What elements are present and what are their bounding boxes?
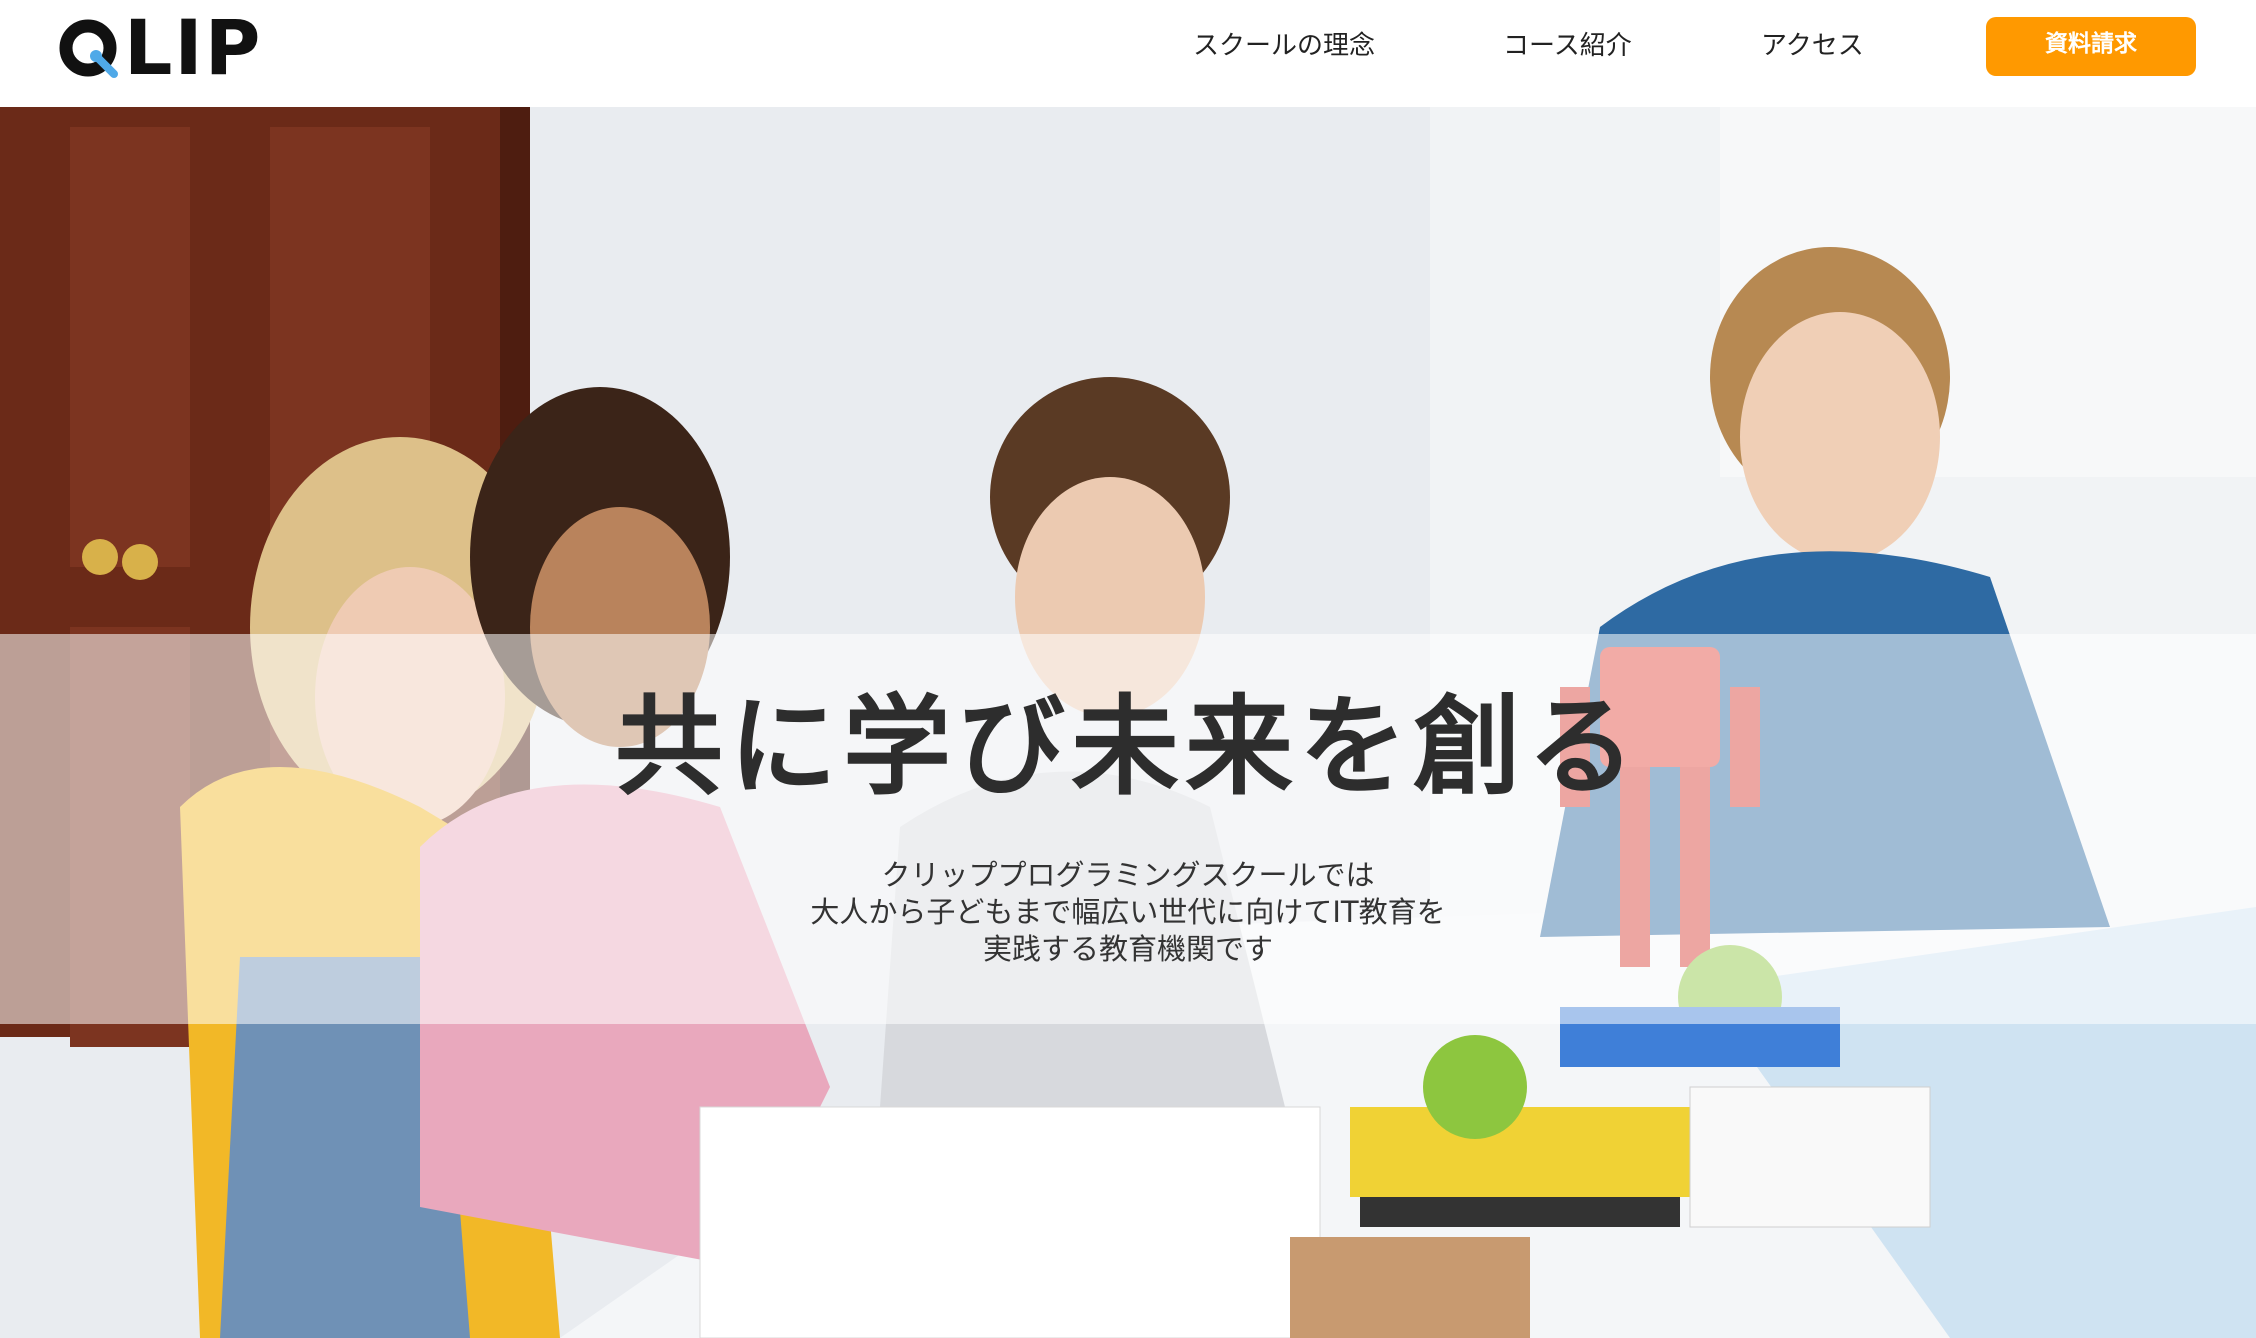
site-logo[interactable]: LIP [58,8,262,88]
logo-q-mark-icon [58,16,122,80]
site-header: LIP スクールの理念 コース紹介 アクセス 資料請求 [0,0,2256,107]
hero-subtitle-line: 実践する教育機関です [982,932,1273,966]
request-brochure-button[interactable]: 資料請求 [1986,17,2196,76]
hero-section: 共に学び未来を創る クリッププログラミングスクールでは 大人から子どもまで幅広い… [0,107,2256,1338]
nav-link-access[interactable]: アクセス [1761,24,1864,68]
hero-title: 共に学び未来を創る [614,684,1641,810]
hero-subtitle-line: クリッププログラミングスクールでは [881,858,1375,892]
logo-wordmark: LIP [124,3,263,92]
hero-subtitle-line: 大人から子どもまで幅広い世代に向けてIT教育を [810,895,1446,929]
nav-link-philosophy[interactable]: スクールの理念 [1193,24,1375,68]
hero-subtitle: クリッププログラミングスクールでは 大人から子どもまで幅広い世代に向けてIT教育… [0,857,2256,968]
nav-link-courses[interactable]: コース紹介 [1503,24,1632,68]
